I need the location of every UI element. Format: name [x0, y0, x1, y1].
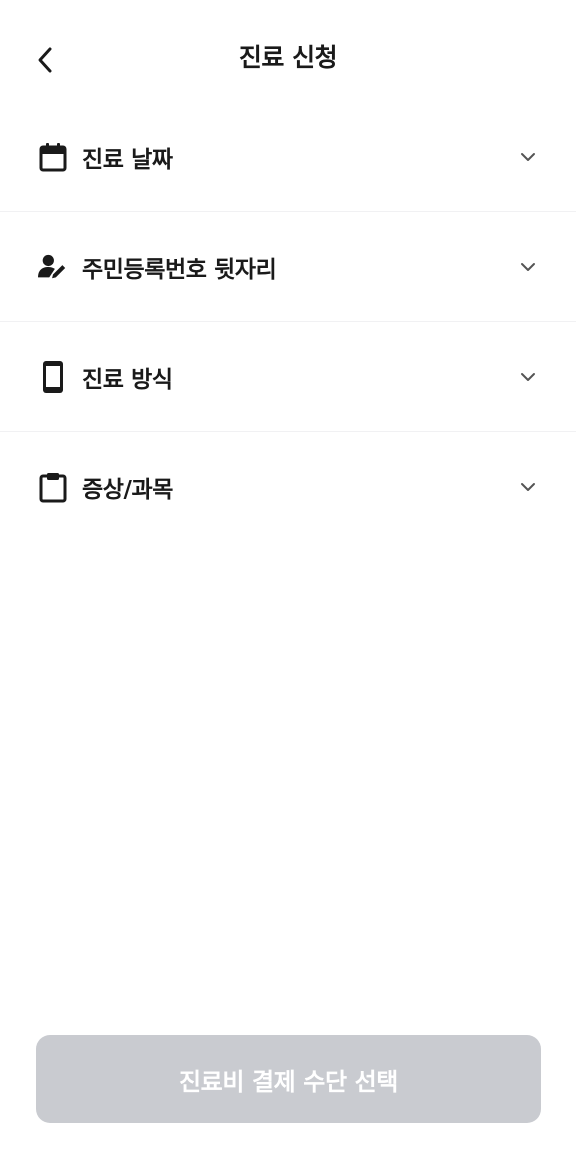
- row-consultation-method[interactable]: 진료 방식: [0, 322, 576, 432]
- row-label: 진료 방식: [82, 366, 173, 393]
- row-label: 주민등록번호 뒷자리: [82, 256, 277, 283]
- header: 진료 신청: [0, 0, 576, 118]
- smartphone-icon: [38, 360, 68, 393]
- row-label: 진료 날짜: [82, 146, 173, 173]
- page: 진료 신청 진료 날짜 주민등록번호 뒷자리 진료 방식 증상/과목 진료비 결…: [0, 0, 576, 1152]
- page-title: 진료 신청: [238, 43, 338, 72]
- chevron-down-icon: [518, 477, 538, 497]
- row-resident-number[interactable]: 주민등록번호 뒷자리: [0, 212, 576, 322]
- cta-label: 진료비 결제 수단 선택: [179, 1067, 398, 1096]
- calendar-icon: [38, 142, 68, 172]
- row-appointment-date[interactable]: 진료 날짜: [0, 102, 576, 212]
- chevron-down-icon: [518, 367, 538, 387]
- select-payment-method-button[interactable]: 진료비 결제 수단 선택: [36, 1035, 541, 1123]
- row-label: 증상/과목: [82, 477, 174, 503]
- chevron-down-icon: [518, 257, 538, 277]
- row-symptoms-department[interactable]: 증상/과목: [0, 432, 576, 542]
- user-edit-icon: [38, 252, 68, 282]
- clipboard-icon: [38, 472, 68, 503]
- chevron-down-icon: [518, 147, 538, 167]
- form-section-list: 진료 날짜 주민등록번호 뒷자리 진료 방식 증상/과목: [0, 102, 576, 542]
